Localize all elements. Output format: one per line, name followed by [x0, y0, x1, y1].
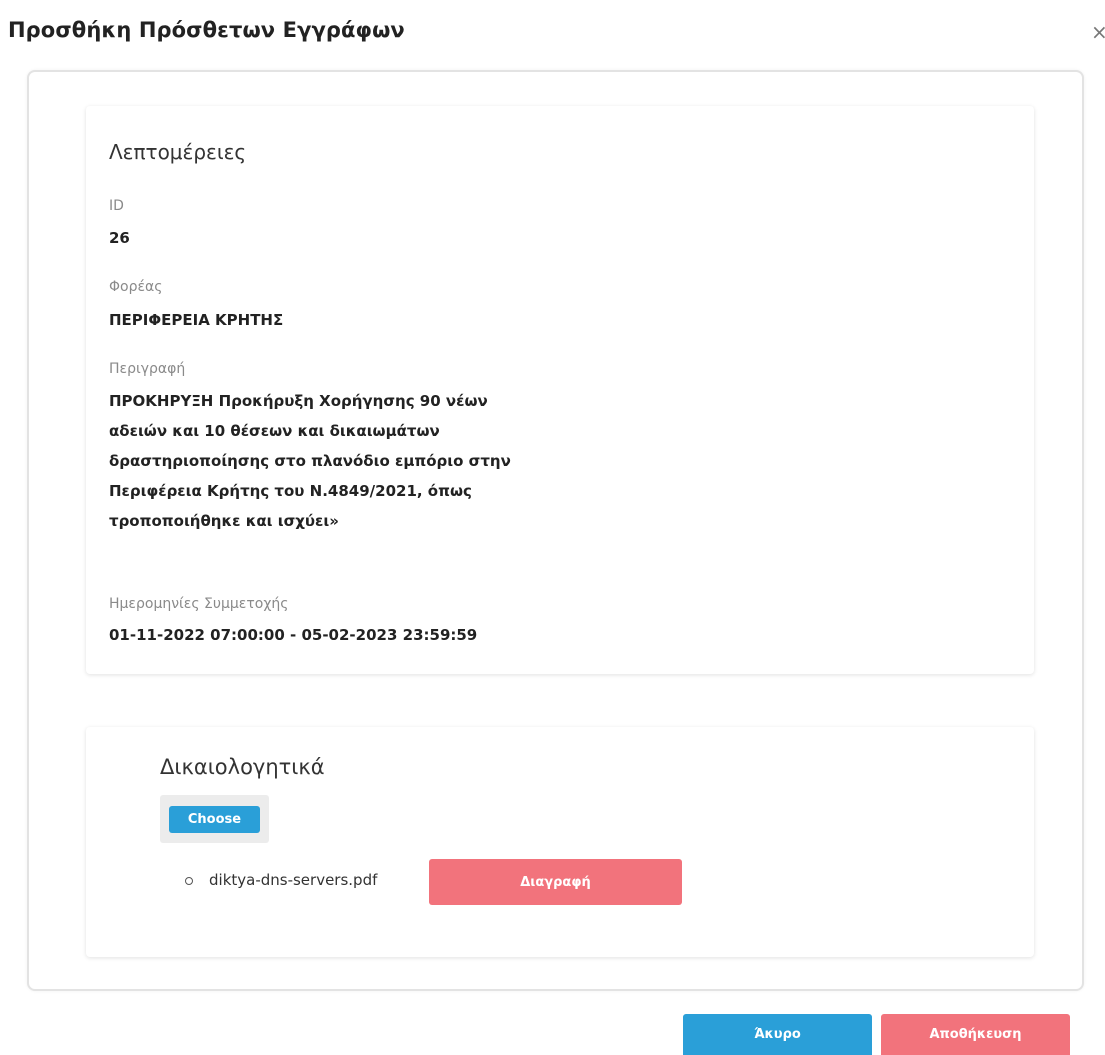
id-value: 26: [109, 229, 130, 247]
save-button[interactable]: Αποθήκευση: [881, 1014, 1070, 1055]
bullet-icon: [185, 877, 193, 885]
details-title: Λεπτομέρειες: [109, 140, 247, 164]
documents-title: Δικαιολογητικά: [160, 755, 325, 779]
choose-file-button[interactable]: Choose: [169, 806, 260, 833]
modal-title: Προσθήκη Πρόσθετων Εγγράφων: [8, 18, 405, 42]
organization-value: ΠΕΡΙΦΕΡΕΙΑ ΚΡΗΤΗΣ: [109, 311, 284, 329]
file-upload: Choose: [160, 795, 269, 843]
id-label: ID: [109, 198, 124, 214]
description-label: Περιγραφή: [109, 361, 186, 377]
modal-body-panel: Λεπτομέρειες ID 26 Φορέας ΠΕΡΙΦΕΡΕΙΑ ΚΡΗ…: [27, 70, 1084, 991]
description-value: ΠΡΟΚΗΡΥΞΗ Προκήρυξη Χορήγησης 90 νέων αδ…: [109, 392, 511, 530]
participation-dates-label: Ημερομηνίες Συμμετοχής: [109, 596, 289, 612]
details-card: Λεπτομέρειες ID 26 Φορέας ΠΕΡΙΦΕΡΕΙΑ ΚΡΗ…: [86, 106, 1034, 674]
close-icon[interactable]: ×: [1091, 22, 1105, 42]
file-name: diktya-dns-servers.pdf: [209, 871, 378, 889]
delete-file-button[interactable]: Διαγραφή: [429, 859, 682, 905]
add-documents-modal: Προσθήκη Πρόσθετων Εγγράφων × Λεπτομέρει…: [0, 0, 1105, 1055]
documents-card: Δικαιολογητικά Choose diktya-dns-servers…: [86, 727, 1034, 957]
organization-label: Φορέας: [109, 279, 163, 295]
participation-dates-value: 01-11-2022 07:00:00 - 05-02-2023 23:59:5…: [109, 626, 478, 644]
modal-header: Προσθήκη Πρόσθετων Εγγράφων ×: [0, 0, 1105, 64]
cancel-button[interactable]: Άκυρο: [683, 1014, 872, 1055]
